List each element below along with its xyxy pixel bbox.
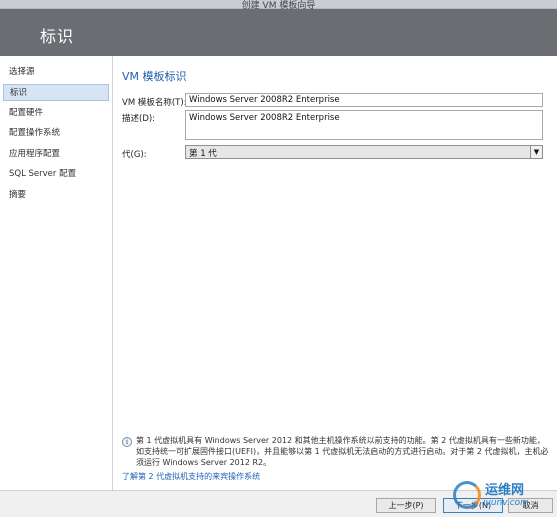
chevron-down-icon[interactable]: ▼ [530,146,542,158]
template-name-input[interactable] [185,93,543,107]
info-icon: i [122,437,132,447]
watermark: 运维网 iyunv.com [453,475,553,515]
sidebar-item-configure-os[interactable]: 配置操作系统 [3,125,109,142]
sidebar-item-app-config[interactable]: 应用程序配置 [3,146,109,163]
section-title: VM 模板标识 [122,70,187,83]
previous-button[interactable]: 上一步(P) [376,498,436,513]
watermark-subtext: iyunv.com [483,498,529,508]
info-text: 第 1 代虚拟机具有 Windows Server 2012 和其他主机操作系统… [136,436,549,467]
generation-select[interactable]: 第 1 代 ▼ [185,145,543,159]
generation-label: 代(G): [122,150,147,160]
sidebar-item-identity[interactable]: 标识 [3,84,109,101]
generation-select-value: 第 1 代 [189,149,217,159]
description-label: 描述(D): [122,114,156,124]
watermark-logo-icon [453,481,481,509]
sidebar-item-summary[interactable]: 摘要 [3,187,109,204]
template-name-label: VM 模板名称(T): [122,98,187,108]
main-content: VM 模板标识 VM 模板名称(T): 描述(D): Windows Serve… [114,56,557,490]
learn-gen2-link[interactable]: 了解第 2 代虚拟机支持的来宾操作系统 [122,471,260,482]
description-textarea[interactable]: Windows Server 2008R2 Enterprise [185,110,543,140]
title-bar: 创建 VM 模板向导 [0,0,557,11]
page-title: 标识 [40,27,75,46]
sidebar-item-sql-config[interactable]: SQL Server 配置 [3,166,109,183]
wizard-header: 标识 [0,9,557,56]
watermark-text: 运维网 [485,483,525,498]
sidebar-item-select-source[interactable]: 选择源 [3,64,109,81]
sidebar-item-configure-hardware[interactable]: 配置硬件 [3,105,109,122]
wizard-sidebar: 选择源 标识 配置硬件 配置操作系统 应用程序配置 SQL Server 配置 … [0,56,113,490]
